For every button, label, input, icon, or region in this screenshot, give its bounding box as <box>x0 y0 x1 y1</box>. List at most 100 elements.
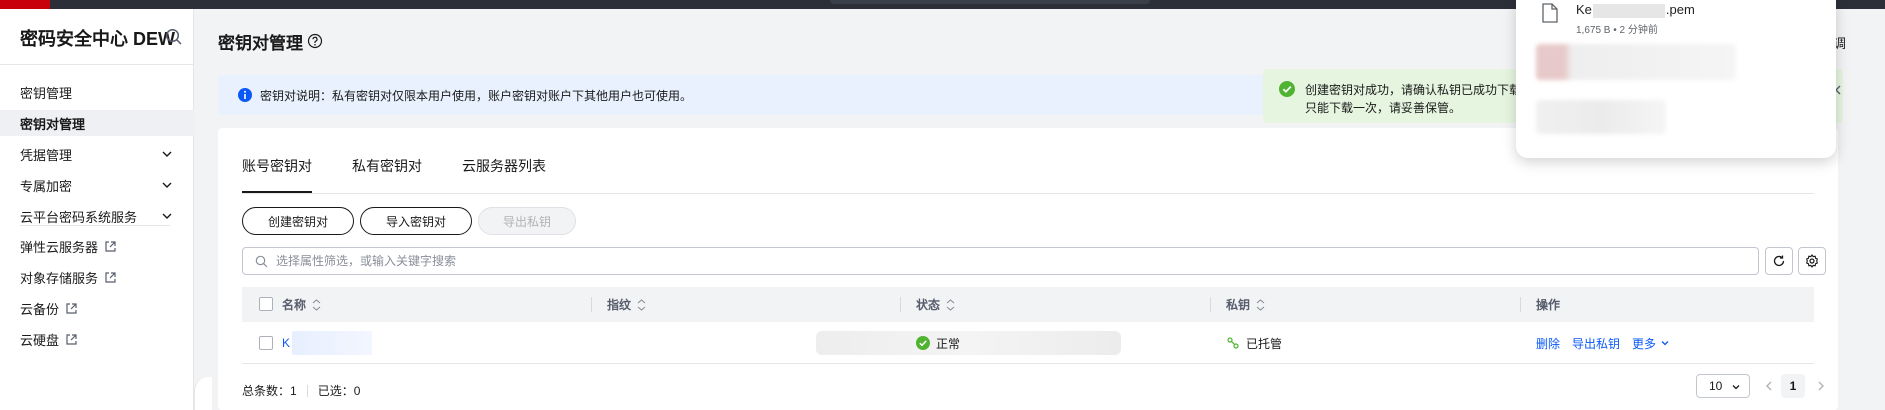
download-file-name[interactable]: Ke .pem <box>1576 2 1695 18</box>
footer-separator <box>306 384 308 397</box>
redacted-download-item <box>1536 100 1666 134</box>
sidebar-item-keypair-management[interactable]: 密钥对管理 <box>0 110 194 136</box>
external-link-icon <box>105 240 116 252</box>
sidebar-item-label: 专属加密 <box>20 178 73 194</box>
column-header-fingerprint[interactable]: 指纹 <box>607 287 646 322</box>
file-icon <box>1542 3 1558 23</box>
success-check-icon <box>1279 81 1295 97</box>
external-link-icon <box>66 333 77 345</box>
status-cell: 正常 <box>916 322 960 364</box>
toast-message-line1: 创建密钥对成功，请确认私钥已成功下载 <box>1305 83 1522 97</box>
sidebar-item-label: 弹性云服务器 <box>20 239 99 255</box>
sort-icon <box>1256 298 1265 311</box>
chevron-down-icon <box>1661 341 1669 346</box>
create-keypair-button[interactable]: 创建密钥对 <box>242 207 354 235</box>
selected-count: 已选：0 <box>317 384 361 398</box>
private-key-status: 已托管 <box>1246 336 1283 351</box>
column-header-actions: 操作 <box>1536 298 1561 312</box>
redacted-download-item <box>1536 44 1736 80</box>
column-separator <box>900 297 901 312</box>
search-icon[interactable] <box>165 28 183 46</box>
sidebar-item-obs[interactable]: 对象存储服务 <box>0 264 194 290</box>
help-icon[interactable] <box>307 33 323 49</box>
sidebar-divider <box>20 225 170 226</box>
chevron-left-icon[interactable] <box>1763 380 1775 392</box>
more-dropdown[interactable]: 更多 <box>1632 335 1656 352</box>
redacted-filename <box>1592 3 1665 18</box>
search-input[interactable] <box>276 254 1676 268</box>
sidebar-item-label: 云硬盘 <box>20 332 60 348</box>
sidebar: 密码安全中心 DEW 密钥管理 密钥对管理 凭据管理 专属加密 云平台密码系统服… <box>0 9 194 410</box>
export-private-key-button[interactable]: 导出私钥 <box>478 207 576 235</box>
top-bar-tab <box>830 0 1150 4</box>
actions-cell: 删除 导出私钥 更多 <box>1536 322 1670 364</box>
sidebar-item-dedicated-encryption[interactable]: 专属加密 <box>0 172 194 198</box>
sidebar-item-label: 凭据管理 <box>20 147 73 163</box>
column-header-name[interactable]: 名称 <box>282 287 321 322</box>
key-hosted-icon <box>1227 337 1239 349</box>
column-header-private-key[interactable]: 私钥 <box>1226 287 1265 322</box>
sidebar-collapse-handle[interactable] <box>194 377 212 410</box>
total-count: 总条数：1 <box>242 384 297 398</box>
column-separator <box>1520 297 1521 312</box>
sidebar-title: 密码安全中心 DEW <box>20 29 175 49</box>
import-keypair-button[interactable]: 导入密钥对 <box>360 207 472 235</box>
table-row: K 正常 已托管 删除 导出私钥 更多 <box>242 322 1814 364</box>
tab-server-list[interactable]: 云服务器列表 <box>462 156 546 193</box>
refresh-button[interactable] <box>1765 247 1793 275</box>
download-popup: Ke .pem 1,675 B • 2 分钟前 <box>1516 0 1836 158</box>
refresh-icon <box>1773 255 1785 267</box>
sidebar-separator <box>0 64 194 65</box>
table-footer-summary: 总条数：1 已选：0 <box>242 382 360 399</box>
column-header-status[interactable]: 状态 <box>916 287 955 322</box>
chevron-down-icon <box>162 151 172 157</box>
tab-private-keypairs[interactable]: 私有密钥对 <box>352 156 422 193</box>
delete-link[interactable]: 删除 <box>1536 335 1560 352</box>
sidebar-item-label: 云备份 <box>20 301 60 317</box>
external-link-icon <box>66 302 77 314</box>
export-private-key-link[interactable]: 导出私钥 <box>1572 335 1620 352</box>
sort-icon <box>637 298 646 311</box>
select-all-checkbox[interactable] <box>259 297 273 311</box>
chevron-down-icon <box>162 182 172 188</box>
external-link-icon <box>105 271 116 283</box>
sidebar-item-label: 密钥对管理 <box>20 116 86 132</box>
redacted-name <box>292 331 373 355</box>
search-box[interactable] <box>242 247 1759 275</box>
column-separator <box>1210 297 1211 312</box>
success-check-icon <box>916 336 930 350</box>
status-text: 正常 <box>936 336 961 351</box>
info-icon <box>238 88 252 102</box>
search-icon <box>255 255 268 267</box>
column-separator <box>591 297 592 312</box>
sidebar-item-key-management[interactable]: 密钥管理 <box>0 79 194 105</box>
chevron-right-icon[interactable] <box>1815 380 1827 392</box>
sidebar-item-cbr[interactable]: 云备份 <box>0 295 194 321</box>
page-title: 密钥对管理 <box>218 34 303 53</box>
table-header: 名称 指纹 状态 私钥 操作 <box>242 287 1814 322</box>
gear-icon <box>1806 254 1818 268</box>
keypair-name-cell[interactable]: K <box>282 322 373 364</box>
sidebar-item-evs[interactable]: 云硬盘 <box>0 326 194 352</box>
chevron-down-icon <box>1732 385 1740 390</box>
brand-strip <box>0 0 50 9</box>
main-card: 账号密钥对 私有密钥对 云服务器列表 创建密钥对 导入密钥对 导出私钥 名称 指… <box>218 128 1838 410</box>
tab-bar: 账号密钥对 私有密钥对 云服务器列表 <box>242 156 1814 194</box>
current-page[interactable]: 1 <box>1781 374 1805 398</box>
redacted-fingerprint <box>816 331 1121 355</box>
settings-button[interactable] <box>1798 247 1826 275</box>
private-key-cell: 已托管 <box>1226 322 1282 364</box>
sidebar-item-label: 密钥管理 <box>20 85 73 101</box>
chevron-down-icon <box>162 213 172 219</box>
info-text: 密钥对说明：私有密钥对仅限本用户使用，账户密钥对账户下其他用户也可使用。 <box>260 88 693 103</box>
sidebar-item-label: 云平台密码系统服务 <box>20 209 138 225</box>
sidebar-item-label: 对象存储服务 <box>20 270 99 286</box>
download-meta: 1,675 B • 2 分钟前 <box>1576 25 1658 36</box>
sidebar-item-ecs[interactable]: 弹性云服务器 <box>0 233 194 259</box>
keypair-name-link[interactable]: K <box>282 336 290 350</box>
row-checkbox[interactable] <box>259 336 273 350</box>
sort-icon <box>312 298 321 311</box>
page-size-select[interactable]: 10 <box>1696 374 1750 398</box>
tab-account-keypairs[interactable]: 账号密钥对 <box>242 156 312 193</box>
sidebar-item-credential-management[interactable]: 凭据管理 <box>0 141 194 167</box>
